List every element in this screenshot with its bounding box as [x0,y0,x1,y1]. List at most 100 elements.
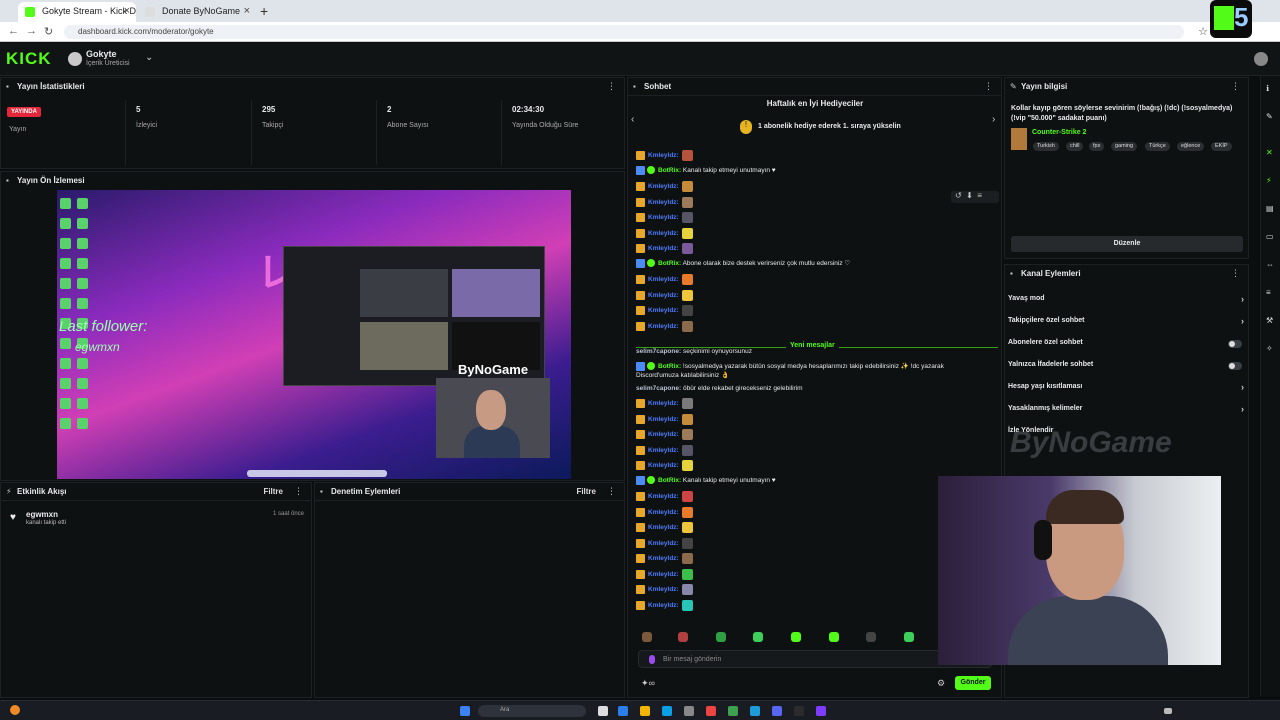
bolt-icon[interactable]: ⚡ [1266,176,1275,185]
chat-message[interactable]: Kmleyldz: [636,274,693,287]
toggle-switch[interactable] [1228,340,1242,348]
mod-icon[interactable]: ✕ [1266,148,1275,157]
chat-username[interactable]: Kmleyldz: [648,292,679,299]
chat-username[interactable]: Kmleyldz: [648,276,679,283]
chat-message[interactable]: Kmleyldz: [636,227,693,241]
chevron-left-icon[interactable]: ‹ [631,114,634,125]
info-icon[interactable]: ℹ [1266,84,1275,93]
chat-message[interactable]: Kmleyldz: [636,599,693,613]
chat-username[interactable]: BotRix: [658,477,681,484]
chat-username[interactable]: Kmleyldz: [648,199,679,206]
chat-username[interactable]: Kmleyldz: [648,230,679,237]
more-menu-icon[interactable]: ⋮ [1231,81,1240,92]
chat-message[interactable]: Kmleyldz: [636,305,693,318]
chevron-right-icon[interactable]: › [1241,316,1244,326]
app-icon[interactable] [750,706,760,716]
chat-message[interactable]: Kmleyldz: [636,212,693,225]
app-icon[interactable] [684,706,694,716]
channel-name[interactable]: Gokyte [86,49,117,59]
chat-username[interactable]: Kmleyldz: [648,493,679,500]
emote-icon[interactable] [642,632,652,642]
new-tab-icon[interactable]: + [260,3,268,19]
windows-icon[interactable] [460,706,470,716]
stream-preview-video[interactable]: レーセンブ Last follower: egwmxn ByNoGame [57,190,571,479]
chat-username[interactable]: Kmleyldz: [648,416,679,423]
chat-username[interactable]: Kmleyldz: [648,555,679,562]
app-icon[interactable] [728,706,738,716]
close-tab-icon[interactable]: × [244,5,250,17]
close-tab-icon[interactable]: × [124,5,130,17]
discord-icon[interactable] [772,706,782,716]
chat-username[interactable]: Kmleyldz: [648,586,679,593]
browser-tab-kick[interactable]: Gokyte Stream - Kick Dashboo × [18,2,136,22]
browser-tab-donate[interactable]: Donate ByNoGame × [138,2,256,22]
chat-message[interactable]: Kmleyldz: [636,553,693,566]
edge-icon[interactable] [662,706,672,716]
chat-message[interactable]: Kmleyldz: [636,460,693,473]
chat-message[interactable]: Kmleyldz: [636,320,693,334]
more-menu-icon[interactable]: ⋮ [294,486,303,497]
doc-icon[interactable]: ▤ [1266,204,1275,213]
chat-message[interactable]: Kmleyldz: [636,491,693,504]
emote-icon[interactable] [716,632,726,642]
chat-username[interactable]: Kmleyldz: [648,245,679,252]
chat-username[interactable]: BotRix: [658,363,681,370]
chat-message[interactable]: Kmleyldz: [636,444,693,458]
chat-message[interactable]: Kmleyldz: [636,243,693,256]
chat-message[interactable]: Kmleyldz: [636,506,693,520]
chevron-right-icon[interactable]: › [1241,404,1244,414]
more-menu-icon[interactable]: ⋮ [1231,268,1240,279]
channel-action-row[interactable]: Yavaş mod › [1008,294,1248,309]
chat-message[interactable]: Kmleyldz: [636,289,693,303]
channel-action-row[interactable]: Hesap yaşı kısıtlaması › [1008,382,1248,397]
emote-icon[interactable] [829,632,839,642]
send-button[interactable]: Gönder [955,676,991,690]
chat-message[interactable]: Kmleyldz: [636,181,693,194]
chat-username[interactable]: Kmleyldz: [648,431,679,438]
chat-username[interactable]: Kmleyldz: [648,152,679,159]
wrench-icon[interactable]: ⚒ [1266,316,1275,325]
obs-icon[interactable] [816,706,826,716]
chat-message[interactable]: selim7capone: öbür elde rekabet gireceks… [636,385,803,398]
pencil-icon[interactable]: ✎ [1266,112,1275,121]
kick-logo[interactable]: KICK [6,49,52,69]
app-icon[interactable] [618,706,628,716]
start-icon[interactable] [10,705,20,715]
chat-message[interactable]: Discord'umuza katılabilirsiniz 👌 [636,371,729,384]
chat-username[interactable]: Kmleyldz: [648,183,679,190]
channel-action-row[interactable]: Takipçilere özel sohbet › [1008,316,1248,331]
activity-user[interactable]: egwmxn [26,510,58,519]
stream-category[interactable]: Counter-Strike 2 [1032,129,1086,136]
chat-message[interactable]: Kmleyldz: [636,196,693,210]
chat-username[interactable]: Kmleyldz: [648,323,679,330]
app-icon[interactable] [794,706,804,716]
chat-icon[interactable]: ▭ [1266,232,1275,241]
chat-message[interactable]: selim7capone: seçkinimi oynuyorsunuz [636,348,752,361]
chat-username[interactable]: Kmleyldz: [648,447,679,454]
chat-message[interactable]: Kmleyldz: [636,429,693,442]
chrome-icon[interactable] [706,706,716,716]
filter-button[interactable]: Filtre [263,487,283,496]
link-icon[interactable]: ⇔ [1266,260,1275,269]
chevron-right-icon[interactable]: › [1241,294,1244,304]
chat-username[interactable]: Kmleyldz: [648,400,679,407]
message-actions[interactable]: ↺ ⬇ ≡ [951,191,999,203]
chat-username[interactable]: Kmleyldz: [648,540,679,547]
chat-username[interactable]: BotRix: [658,260,681,267]
emote-picker-icon[interactable] [649,655,655,664]
chevron-down-icon[interactable]: ⌄ [145,52,153,63]
url-field[interactable]: dashboard.kick.com/moderator/gokyte [64,25,1184,39]
channel-action-row[interactable]: Yasaklanmış kelimeler › [1008,404,1248,419]
list-icon[interactable]: ≡ [1266,288,1275,297]
chat-username[interactable]: Kmleyldz: [648,509,679,516]
emote-icon[interactable] [791,632,801,642]
user-avatar[interactable] [1254,52,1268,66]
channel-action-row[interactable]: Abonelere özel sohbet [1008,339,1248,353]
gear-icon[interactable]: ⚙ [937,678,945,689]
toggle-switch[interactable] [1228,362,1242,370]
chat-message[interactable]: BotRix: Kanalı takip etmeyi unutmayın ♥ [636,475,776,489]
reload-icon[interactable]: ↻ [44,25,53,38]
chat-message[interactable]: Kmleyldz: [636,413,693,427]
chat-message[interactable]: Kmleyldz: [636,150,693,163]
taskview-icon[interactable] [598,706,608,716]
